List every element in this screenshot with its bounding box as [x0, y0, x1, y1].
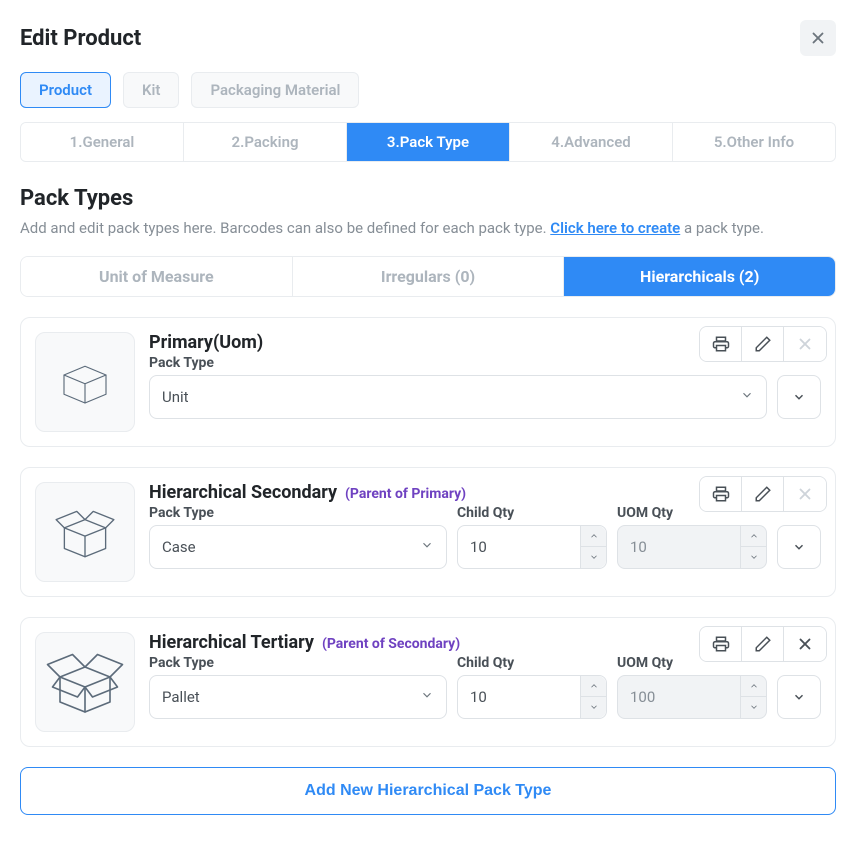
- dialog-title: Edit Product: [20, 26, 141, 51]
- tab-advanced[interactable]: 4.Advanced: [510, 123, 673, 161]
- subtab-irregulars[interactable]: Irregulars (0): [293, 257, 565, 296]
- step-up-button: [741, 526, 766, 548]
- uom-qty-value: 10: [630, 538, 647, 556]
- chevron-down-icon: [420, 538, 434, 556]
- pencil-icon: [754, 485, 772, 503]
- section-title: Pack Types: [20, 186, 836, 211]
- pack-type-select[interactable]: Pallet: [149, 675, 447, 719]
- section-desc-text-2: a pack type.: [680, 219, 764, 237]
- child-qty-input[interactable]: 10: [457, 525, 607, 569]
- pack-type-select[interactable]: Case: [149, 525, 447, 569]
- edit-button[interactable]: [742, 627, 784, 661]
- pack-type-value: Case: [162, 538, 196, 556]
- box-icon-closed: [35, 332, 135, 432]
- pill-product[interactable]: Product: [20, 72, 111, 108]
- step-down-button[interactable]: [581, 547, 606, 568]
- print-icon: [712, 335, 730, 353]
- step-down-button[interactable]: [581, 697, 606, 718]
- step-up-button: [741, 676, 766, 698]
- pack-type-select[interactable]: Unit: [149, 375, 767, 419]
- chevron-down-icon: [740, 388, 754, 406]
- close-button[interactable]: [800, 20, 836, 56]
- card-title: Hierarchical Secondary: [149, 482, 337, 503]
- subtab-hierarchicals[interactable]: Hierarchicals (2): [564, 257, 835, 296]
- pack-type-card: Hierarchical Secondary (Parent of Primar…: [20, 467, 836, 597]
- tab-pack-type[interactable]: 3.Pack Type: [347, 123, 510, 161]
- box-icon-open-large: [35, 632, 135, 732]
- step-up-button[interactable]: [581, 526, 606, 548]
- delete-button: [784, 477, 826, 511]
- print-button[interactable]: [700, 477, 742, 511]
- add-hierarchical-button[interactable]: Add New Hierarchical Pack Type: [20, 767, 836, 815]
- section-description: Add and edit pack types here. Barcodes c…: [20, 217, 836, 240]
- print-button[interactable]: [700, 327, 742, 361]
- box-icon-open: [35, 482, 135, 582]
- pencil-icon: [754, 335, 772, 353]
- card-title: Primary(Uom): [149, 332, 263, 353]
- delete-button: [784, 327, 826, 361]
- pack-type-card: Primary(Uom) Pack Type Unit: [20, 317, 836, 447]
- print-icon: [712, 635, 730, 653]
- uom-qty-value: 100: [630, 688, 655, 706]
- step-down-button: [741, 547, 766, 568]
- child-qty-value: 10: [470, 538, 487, 556]
- subtab-unit-of-measure[interactable]: Unit of Measure: [21, 257, 293, 296]
- uom-qty-input: 100: [617, 675, 767, 719]
- pack-type-label: Pack Type: [149, 505, 447, 521]
- card-title: Hierarchical Tertiary: [149, 632, 314, 653]
- tab-other-info[interactable]: 5.Other Info: [673, 123, 835, 161]
- child-qty-label: Child Qty: [457, 505, 607, 521]
- step-up-button[interactable]: [581, 676, 606, 698]
- pack-type-card: Hierarchical Tertiary (Parent of Seconda…: [20, 617, 836, 747]
- chevron-down-icon: [420, 688, 434, 706]
- uom-qty-input: 10: [617, 525, 767, 569]
- close-icon: [809, 29, 827, 47]
- pack-type-value: Unit: [162, 388, 189, 406]
- child-qty-input[interactable]: 10: [457, 675, 607, 719]
- pack-type-label: Pack Type: [149, 655, 447, 671]
- expand-button[interactable]: [777, 525, 821, 569]
- chevron-down-icon: [792, 690, 806, 704]
- edit-button[interactable]: [742, 477, 784, 511]
- close-icon: [796, 635, 814, 653]
- parent-note: (Parent of Primary): [345, 486, 466, 502]
- chevron-down-icon: [792, 390, 806, 404]
- pencil-icon: [754, 635, 772, 653]
- print-icon: [712, 485, 730, 503]
- tab-packing[interactable]: 2.Packing: [184, 123, 347, 161]
- close-icon: [796, 335, 814, 353]
- expand-button[interactable]: [777, 675, 821, 719]
- create-pack-type-link[interactable]: Click here to create: [550, 219, 680, 237]
- step-down-button: [741, 697, 766, 718]
- child-qty-label: Child Qty: [457, 655, 607, 671]
- pill-kit[interactable]: Kit: [123, 72, 179, 108]
- child-qty-value: 10: [470, 688, 487, 706]
- delete-button[interactable]: [784, 627, 826, 661]
- expand-button[interactable]: [777, 375, 821, 419]
- section-desc-text-1: Add and edit pack types here. Barcodes c…: [20, 219, 550, 237]
- close-icon: [796, 485, 814, 503]
- pack-type-value: Pallet: [162, 688, 200, 706]
- print-button[interactable]: [700, 627, 742, 661]
- edit-button[interactable]: [742, 327, 784, 361]
- chevron-down-icon: [792, 540, 806, 554]
- pill-packaging-material[interactable]: Packaging Material: [191, 72, 359, 108]
- parent-note: (Parent of Secondary): [322, 636, 460, 652]
- tab-general[interactable]: 1.General: [21, 123, 184, 161]
